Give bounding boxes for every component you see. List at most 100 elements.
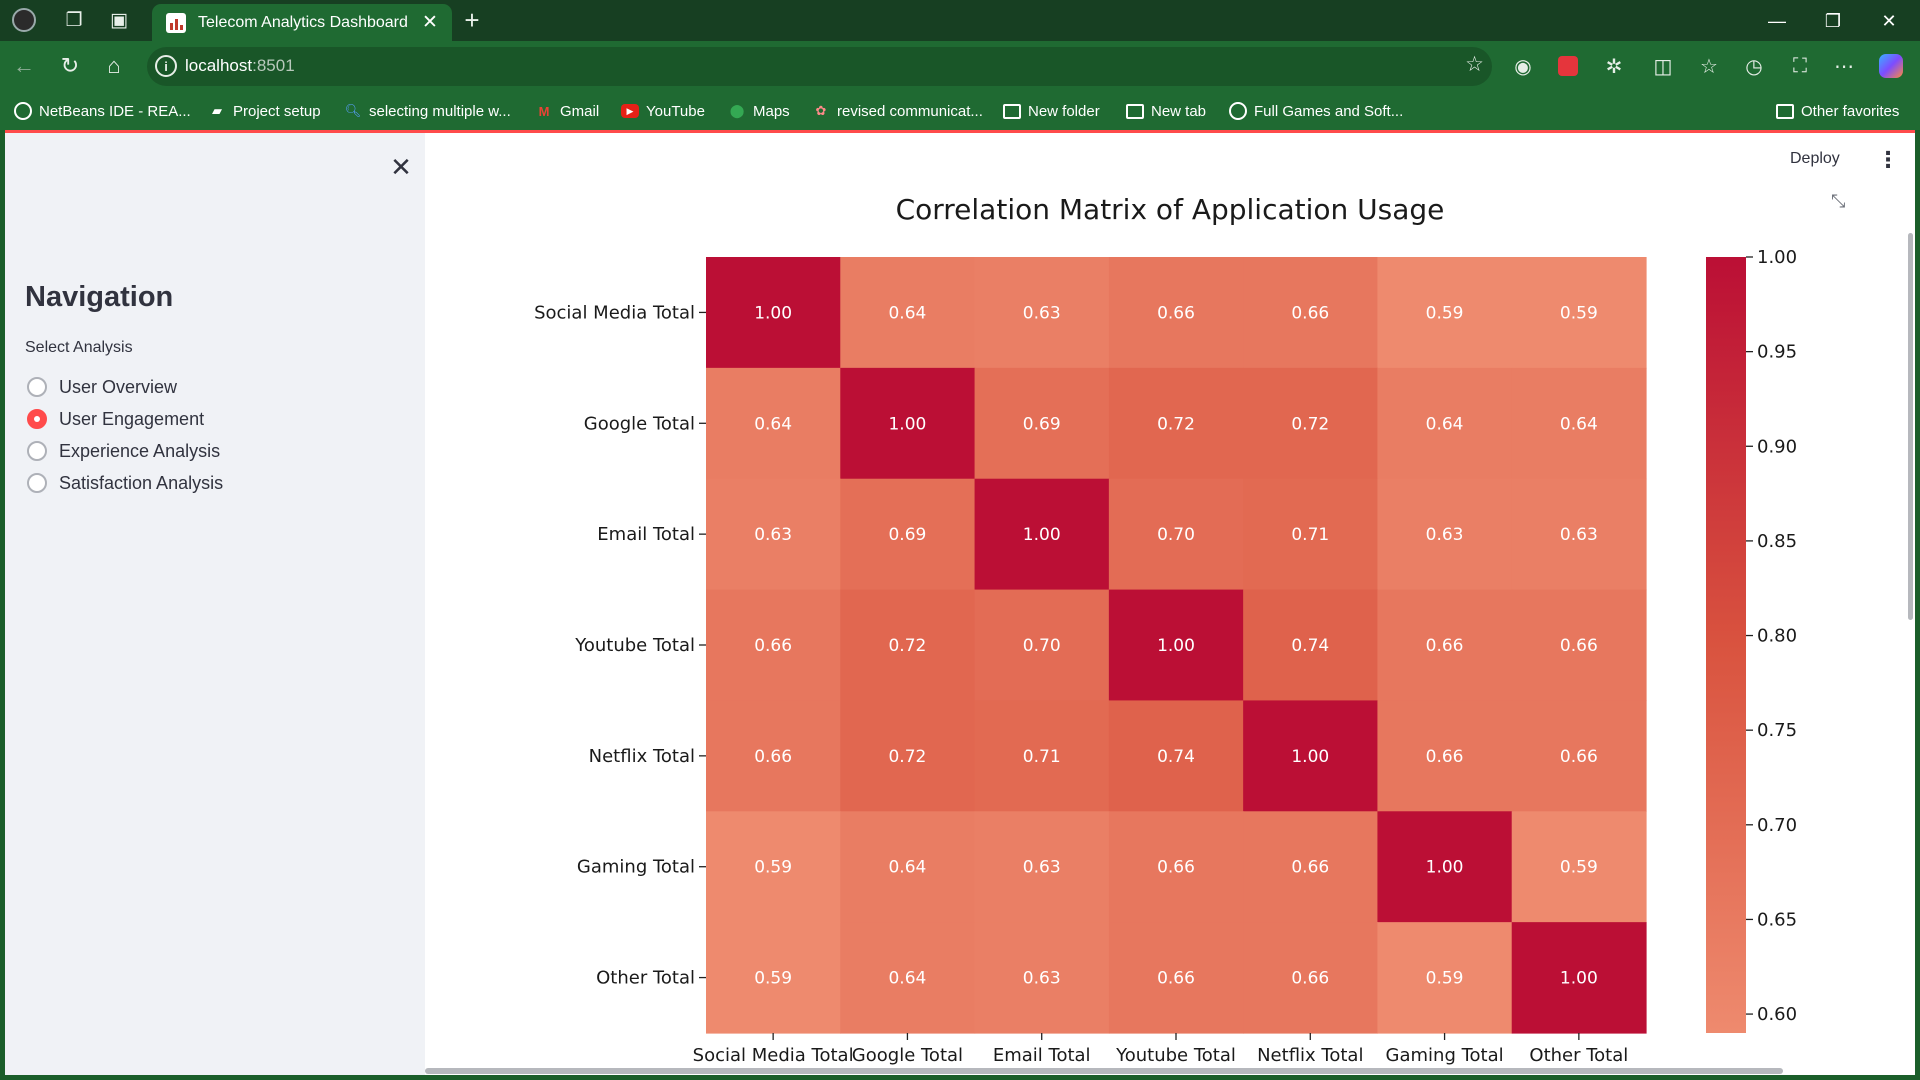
colorbar-tick-label: 1.00	[1757, 247, 1797, 268]
heatmap-cell-label: 0.71	[1023, 747, 1061, 767]
heatmap-cell-label: 0.74	[1291, 636, 1329, 656]
heatmap-cell-label: 0.66	[1157, 969, 1195, 989]
heatmap-cell-label: 0.64	[888, 858, 926, 878]
colorbar-tick-label: 0.85	[1757, 531, 1797, 552]
browser-tab-bar: ❐ ▣ Telecom Analytics Dashboard ✕ + — ❐ …	[0, 0, 1920, 41]
colorbar-tick-label: 0.75	[1757, 720, 1797, 741]
y-tick-label: Netflix Total	[589, 746, 695, 767]
heatmap-cell-label: 1.00	[1157, 636, 1195, 656]
heatmap-cell-label: 0.66	[1157, 858, 1195, 878]
bookmark-new-tab[interactable]: New tab	[1126, 100, 1206, 122]
tab-title: Telecom Analytics Dashboard	[198, 13, 408, 31]
close-window-icon[interactable]: ✕	[1866, 6, 1912, 36]
gmail-icon: M	[538, 103, 550, 119]
heatmap-cell-label: 1.00	[1291, 747, 1329, 767]
bookmark-new-folder[interactable]: New folder	[1003, 100, 1100, 122]
heatmap-cell-label: 0.63	[754, 525, 792, 545]
heatmap-cell-label: 0.59	[1426, 303, 1464, 323]
heatmap-cell-label: 0.64	[888, 969, 926, 989]
y-tick-label: Gaming Total	[577, 857, 695, 878]
folder-icon	[1003, 103, 1021, 119]
bookmark-full-games[interactable]: Full Games and Soft...	[1229, 100, 1403, 122]
heatmap-cell-label: 0.70	[1023, 636, 1061, 656]
colorbar-tick-label: 0.60	[1757, 1004, 1797, 1025]
bookmark-revised-communication[interactable]: ✿ revised communicat...	[812, 100, 983, 122]
more-menu-icon[interactable]: ⋯	[1829, 51, 1859, 81]
y-tick-label: Youtube Total	[574, 635, 695, 656]
bookmark-maps[interactable]: ⬤ Maps	[728, 100, 790, 122]
x-tick-label: Youtube Total	[1115, 1045, 1236, 1066]
bookmark-youtube[interactable]: ▶ YouTube	[621, 100, 705, 122]
x-tick-label: Netflix Total	[1257, 1045, 1363, 1066]
heatmap-cell-label: 1.00	[1023, 525, 1061, 545]
url-text: localhost:8501	[185, 56, 295, 75]
heatmap-cell-label: 0.66	[1157, 303, 1195, 323]
x-tick-label: Google Total	[852, 1045, 963, 1066]
heatmap-cell-label: 0.69	[888, 525, 926, 545]
bookmark-other-favorites[interactable]: Other favorites	[1776, 100, 1899, 122]
heatmap-cell-label: 0.63	[1023, 858, 1061, 878]
extension-vpn-icon[interactable]: ◉	[1508, 51, 1538, 81]
bookmark-project-setup[interactable]: ▰ Project setup	[208, 100, 321, 122]
new-tab-icon[interactable]: +	[458, 5, 486, 35]
heatmap-cell-label: 0.59	[754, 969, 792, 989]
favorite-star-icon[interactable]: ☆	[1465, 52, 1484, 77]
heatmap-cell-label: 0.74	[1157, 747, 1195, 767]
globe-icon	[1229, 102, 1247, 120]
y-tick-label: Google Total	[584, 413, 695, 434]
site-info-icon[interactable]: i	[155, 55, 177, 77]
doc-icon: ✿	[815, 103, 827, 118]
heatmap-cell-label: 0.63	[1426, 525, 1464, 545]
split-screen-icon[interactable]: ◫	[1648, 51, 1678, 81]
heatmap-cell-label: 0.66	[754, 636, 792, 656]
heatmap-cell-label: 0.66	[1560, 636, 1598, 656]
vertical-scrollbar[interactable]	[1908, 233, 1913, 620]
heatmap-cell-label: 0.70	[1157, 525, 1195, 545]
screenshot-icon[interactable]: ⛶	[1785, 51, 1815, 81]
search-icon: 🔍︎	[344, 103, 362, 118]
favorites-icon[interactable]: ☆	[1694, 51, 1724, 81]
back-icon[interactable]: ←	[10, 52, 38, 80]
heatmap-cell-label: 0.59	[1426, 969, 1464, 989]
colorbar-tick-label: 0.80	[1757, 626, 1797, 647]
app-viewport: ✕ Navigation Select Analysis User Overvi…	[5, 130, 1915, 1075]
folder-icon	[1776, 103, 1794, 119]
maps-icon: ⬤	[729, 103, 745, 118]
heatmap-cell-label: 0.64	[754, 414, 792, 434]
bookmark-selecting-multiple[interactable]: 🔍︎ selecting multiple w...	[344, 100, 511, 122]
history-icon[interactable]: ◷	[1739, 51, 1769, 81]
x-tick-label: Social Media Total	[693, 1045, 854, 1066]
heatmap-cell-label: 1.00	[888, 414, 926, 434]
extensions-icon[interactable]: ✲	[1599, 51, 1629, 81]
y-tick-label: Email Total	[597, 524, 695, 545]
horizontal-scrollbar[interactable]	[425, 1068, 1783, 1074]
heatmap-cell-label: 0.66	[1291, 303, 1329, 323]
correlation-heatmap: 1.00 0.64 0.63 0.66 0.66 0.59 0.59 0.64 1.00 0.69…	[534, 247, 1797, 1066]
heatmap-cell-label: 1.00	[1560, 969, 1598, 989]
copilot-icon[interactable]	[1876, 51, 1906, 81]
tab-actions-icon[interactable]: ▣	[105, 6, 133, 34]
heatmap-cell-label: 0.69	[1023, 414, 1061, 434]
address-bar[interactable]: i localhost:8501 ☆	[147, 47, 1492, 86]
active-tab[interactable]: Telecom Analytics Dashboard ✕	[152, 4, 452, 41]
profile-avatar-icon[interactable]	[10, 6, 38, 34]
chart-favicon-icon	[166, 12, 186, 33]
restore-icon[interactable]: ❐	[1810, 6, 1856, 36]
extension-red-icon[interactable]	[1553, 51, 1583, 81]
home-icon[interactable]: ⌂	[100, 52, 128, 80]
globe-icon	[14, 102, 32, 120]
bookmark-gmail[interactable]: M Gmail	[535, 100, 600, 122]
bookmark-netbeans[interactable]: NetBeans IDE - REA...	[14, 100, 191, 122]
colorbar-tick-label: 0.95	[1757, 342, 1797, 363]
workspaces-icon[interactable]: ❐	[60, 6, 88, 34]
heatmap-cell-label: 0.64	[1560, 414, 1598, 434]
x-tick-label: Gaming Total	[1386, 1045, 1504, 1066]
heatmap-cell-label: 1.00	[1426, 858, 1464, 878]
close-tab-icon[interactable]: ✕	[418, 10, 442, 34]
heatmap-cell-label: 1.00	[754, 303, 792, 323]
minimize-icon[interactable]: —	[1754, 6, 1800, 36]
heatmap-cell-label: 0.64	[888, 303, 926, 323]
heatmap-cell-label: 0.66	[1426, 636, 1464, 656]
newtab-icon	[1126, 103, 1144, 119]
reload-icon[interactable]: ↻	[56, 52, 84, 80]
